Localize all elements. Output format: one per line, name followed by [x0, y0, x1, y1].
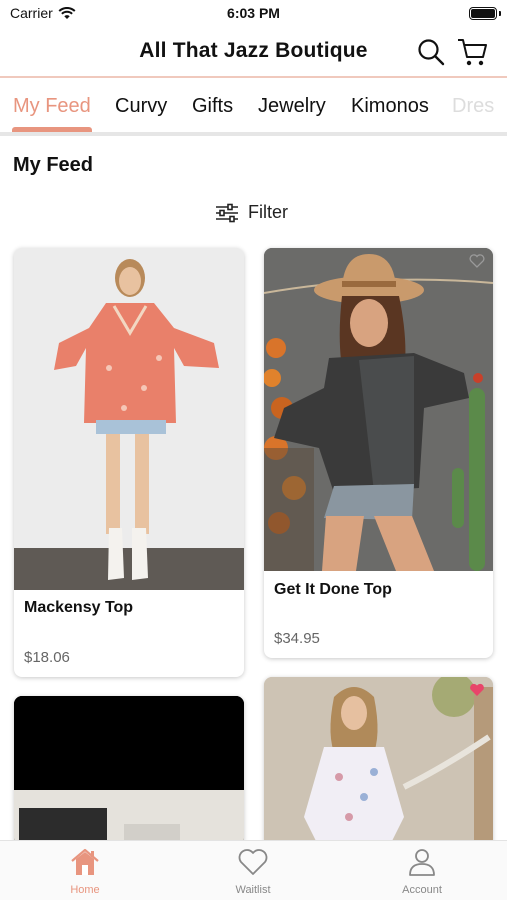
product-price: $34.95: [274, 630, 320, 647]
status-bar: Carrier 6:03 PM: [0, 0, 507, 28]
nav-waitlist-label: Waitlist: [235, 884, 271, 896]
battery-icon: [469, 7, 497, 20]
category-tabs: My Feed Curvy Gifts Jewelry Kimonos Dres: [0, 80, 507, 136]
product-card[interactable]: Get It Done Top $34.95: [264, 248, 493, 658]
heart-icon[interactable]: [469, 254, 485, 268]
filter-button[interactable]: Filter: [215, 202, 288, 223]
tab-curvy[interactable]: Curvy: [115, 95, 167, 118]
tab-gifts[interactable]: Gifts: [192, 95, 233, 118]
search-icon: [418, 39, 445, 66]
product-name: Get It Done Top: [274, 581, 392, 598]
sliders-icon: [216, 203, 238, 222]
product-image[interactable]: [14, 696, 244, 846]
product-photo: [14, 248, 244, 590]
product-card[interactable]: [14, 696, 244, 846]
bottom-nav: Home Waitlist Account: [0, 840, 507, 900]
product-image[interactable]: [264, 248, 493, 571]
nav-home-label: Home: [70, 884, 100, 896]
filter-label: Filter: [248, 202, 288, 222]
nav-waitlist[interactable]: Waitlist: [208, 847, 298, 896]
tab-jewelry[interactable]: Jewelry: [258, 95, 326, 118]
nav-account-label: Account: [402, 884, 442, 896]
product-name: Mackensy Top: [24, 599, 134, 616]
nav-home[interactable]: Home: [40, 847, 130, 896]
product-card[interactable]: [264, 677, 493, 847]
product-photo: [264, 248, 493, 571]
home-icon: [71, 848, 99, 875]
heart-filled-icon[interactable]: [469, 683, 485, 697]
app-header: All That Jazz Boutique: [0, 28, 507, 78]
user-icon: [409, 849, 435, 876]
heart-icon: [238, 849, 268, 875]
tab-kimonos[interactable]: Kimonos: [351, 95, 429, 118]
product-price: $18.06: [24, 649, 70, 666]
product-image[interactable]: [14, 248, 244, 590]
page-title: My Feed: [13, 154, 94, 176]
tab-dresses[interactable]: Dres: [452, 95, 494, 118]
product-photo: [14, 696, 244, 846]
cart-button[interactable]: [456, 36, 488, 68]
active-tab-indicator: [12, 127, 92, 132]
product-card[interactable]: Mackensy Top $18.06: [14, 248, 244, 677]
nav-account[interactable]: Account: [377, 847, 467, 896]
product-image[interactable]: [264, 677, 493, 847]
search-button[interactable]: [415, 36, 447, 68]
battery-cap: [499, 11, 501, 16]
tab-my-feed[interactable]: My Feed: [13, 95, 91, 118]
status-time: 6:03 PM: [227, 5, 280, 21]
product-photo: [264, 677, 493, 847]
cart-icon: [458, 39, 487, 66]
